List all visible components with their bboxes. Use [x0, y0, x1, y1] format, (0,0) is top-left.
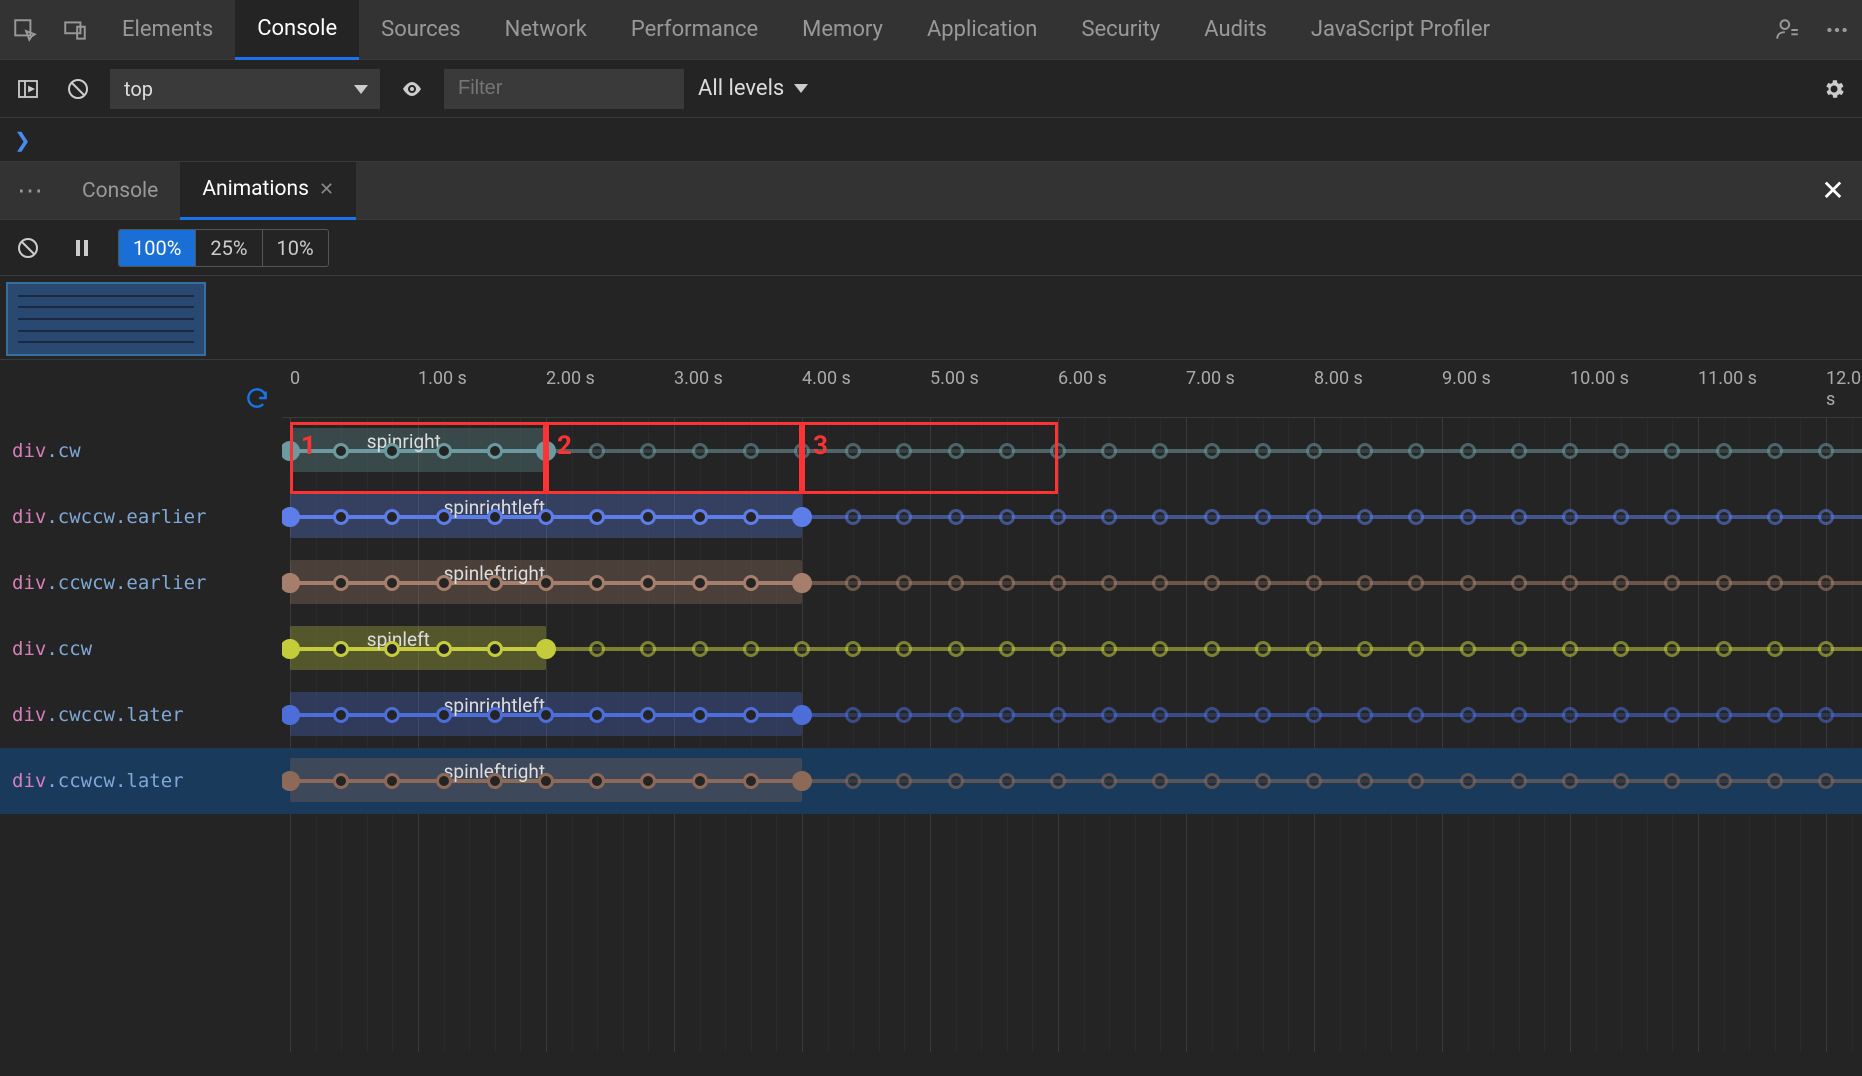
- ruler-tick-label: 6.00 s: [1058, 368, 1107, 389]
- annotation-box: 2: [546, 422, 802, 494]
- more-options-icon[interactable]: [1812, 0, 1862, 60]
- console-input-row[interactable]: ❯: [0, 118, 1862, 162]
- tab-console[interactable]: Console: [235, 0, 359, 60]
- feedback-icon[interactable]: [1762, 0, 1812, 60]
- tab-application[interactable]: Application: [905, 0, 1059, 60]
- ruler-tick-label: 0: [290, 368, 300, 389]
- devtools-main-tabs: ElementsConsoleSourcesNetworkPerformance…: [0, 0, 1862, 60]
- animations-toolbar: 100%25%10%: [0, 220, 1862, 276]
- tab-security[interactable]: Security: [1059, 0, 1182, 60]
- console-filter-input[interactable]: [444, 69, 684, 109]
- ruler-tick-label: 4.00 s: [802, 368, 851, 389]
- toggle-device-icon[interactable]: [50, 0, 100, 60]
- ruler-tick-label: 7.00 s: [1186, 368, 1235, 389]
- tab-performance[interactable]: Performance: [609, 0, 780, 60]
- close-tab-icon[interactable]: ✕: [319, 179, 334, 200]
- playback-speed-selector: 100%25%10%: [118, 229, 329, 267]
- context-value: top: [124, 77, 153, 101]
- live-expression-icon[interactable]: [394, 71, 430, 107]
- track-label[interactable]: div.cw: [0, 418, 282, 484]
- ruler-tick-label: 10.00 s: [1570, 368, 1629, 389]
- clear-animations-icon[interactable]: [10, 230, 46, 266]
- levels-label: All levels: [698, 76, 784, 101]
- ruler-tick-label: 5.00 s: [930, 368, 979, 389]
- drawer-more-icon[interactable]: ⋯: [0, 176, 60, 206]
- close-drawer-icon[interactable]: ✕: [1804, 174, 1862, 207]
- inspect-element-icon[interactable]: [0, 0, 50, 60]
- time-ruler[interactable]: 0 1.00 s 2.00 s 3.00 s 4.00 s 5.00 s 6.00 s 7.0…: [282, 360, 1862, 418]
- speed-25[interactable]: 25%: [196, 230, 262, 266]
- track-labels: div.cwdiv.cwccw.earlierdiv.ccwcw.earlier…: [0, 360, 282, 1052]
- track-row[interactable]: spinleft: [282, 616, 1862, 682]
- ruler-tick-label: 11.00 s: [1698, 368, 1757, 389]
- tab-network[interactable]: Network: [483, 0, 609, 60]
- track-row[interactable]: spinleftright: [282, 748, 1862, 814]
- drawer-tab-console[interactable]: Console: [60, 162, 180, 220]
- drawer-tab-animations[interactable]: Animations✕: [180, 162, 356, 220]
- ruler-tick-label: 2.00 s: [546, 368, 595, 389]
- track-row[interactable]: spinleftright: [282, 550, 1862, 616]
- ruler-tick-label: 8.00 s: [1314, 368, 1363, 389]
- tab-elements[interactable]: Elements: [100, 0, 235, 60]
- sidebar-toggle-icon[interactable]: [10, 71, 46, 107]
- chevron-right-icon: ❯: [14, 128, 31, 152]
- drawer-tabs: ⋯ ConsoleAnimations✕ ✕: [0, 162, 1862, 220]
- track-label[interactable]: div.cwccw.later: [0, 682, 282, 748]
- clear-console-icon[interactable]: [60, 71, 96, 107]
- console-toolbar: top All levels: [0, 60, 1862, 118]
- annotation-box: 3: [802, 422, 1058, 494]
- track-row[interactable]: spinrightleft: [282, 682, 1862, 748]
- speed-10[interactable]: 10%: [263, 230, 328, 266]
- animation-groups-strip: [0, 276, 1862, 360]
- ruler-tick-label: 3.00 s: [674, 368, 723, 389]
- timeline-body[interactable]: 0 1.00 s 2.00 s 3.00 s 4.00 s 5.00 s 6.00 s 7.0…: [282, 360, 1862, 1052]
- track-label[interactable]: div.cwccw.earlier: [0, 484, 282, 550]
- track-label[interactable]: div.ccwcw.earlier: [0, 550, 282, 616]
- pause-icon[interactable]: [64, 230, 100, 266]
- tab-javascript-profiler[interactable]: JavaScript Profiler: [1289, 0, 1512, 60]
- track-label[interactable]: div.ccw: [0, 616, 282, 682]
- execution-context-select[interactable]: top: [110, 69, 380, 109]
- track-label[interactable]: div.ccwcw.later: [0, 748, 282, 814]
- log-levels-select[interactable]: All levels: [698, 76, 808, 101]
- ruler-tick-label: 12.00 s: [1826, 368, 1862, 410]
- replay-icon[interactable]: [244, 385, 270, 416]
- tab-sources[interactable]: Sources: [359, 0, 483, 60]
- annotation-box: 1: [290, 422, 546, 494]
- animation-group-preview[interactable]: [6, 282, 206, 356]
- console-settings-icon[interactable]: [1816, 71, 1852, 107]
- animation-timeline: div.cwdiv.cwccw.earlierdiv.ccwcw.earlier…: [0, 360, 1862, 1052]
- speed-100[interactable]: 100%: [119, 230, 196, 266]
- ruler-tick-label: 9.00 s: [1442, 368, 1491, 389]
- tab-memory[interactable]: Memory: [780, 0, 905, 60]
- ruler-tick-label: 1.00 s: [418, 368, 467, 389]
- tab-audits[interactable]: Audits: [1182, 0, 1289, 60]
